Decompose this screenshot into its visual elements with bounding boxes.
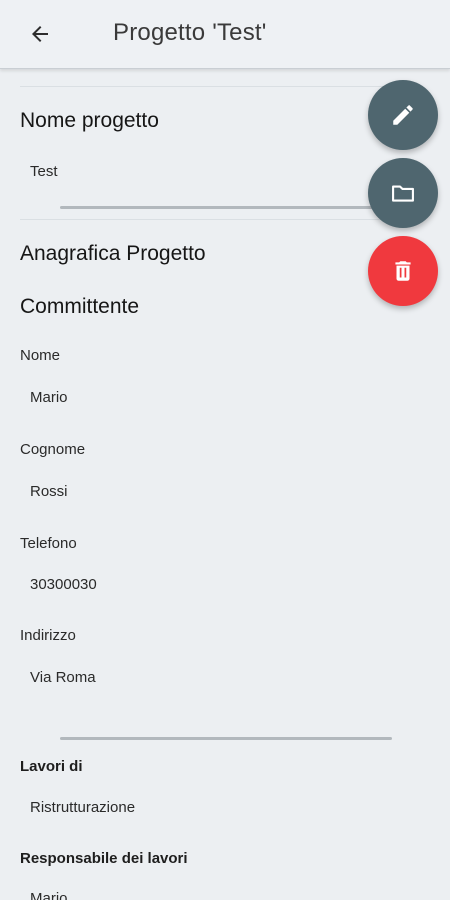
lavori-value[interactable]: Ristrutturazione bbox=[30, 799, 135, 816]
edit-button[interactable] bbox=[368, 80, 438, 150]
field-label-nome: Nome bbox=[20, 347, 61, 364]
divider bbox=[20, 86, 392, 87]
lavori-label: Lavori di bbox=[20, 758, 83, 775]
field-value-cognome[interactable]: Rossi bbox=[30, 483, 68, 500]
delete-button[interactable] bbox=[368, 236, 438, 306]
pencil-icon bbox=[393, 105, 413, 125]
open-folder-button[interactable] bbox=[368, 158, 438, 228]
folder-icon bbox=[392, 185, 414, 202]
responsabile-label: Responsabile dei lavori bbox=[20, 850, 188, 867]
field-label-indirizzo: Indirizzo bbox=[20, 627, 76, 644]
section-separator bbox=[60, 737, 392, 740]
committente-heading: Committente bbox=[20, 295, 140, 318]
field-label-cognome: Cognome bbox=[20, 441, 86, 458]
field-value-nome[interactable]: Mario bbox=[30, 389, 68, 406]
divider bbox=[20, 219, 392, 220]
anagrafica-heading: Anagrafica Progetto bbox=[20, 242, 206, 265]
project-name-value[interactable]: Test bbox=[30, 163, 58, 180]
back-button[interactable] bbox=[22, 16, 58, 52]
app-bar: Progetto 'Test' bbox=[0, 0, 450, 69]
page-title: Progetto 'Test' bbox=[113, 19, 267, 46]
field-value-telefono[interactable]: 30300030 bbox=[30, 576, 97, 593]
trash-icon bbox=[395, 261, 411, 281]
field-value-indirizzo[interactable]: Via Roma bbox=[30, 669, 96, 686]
project-name-heading: Nome progetto bbox=[20, 109, 159, 132]
responsabile-value[interactable]: Mario bbox=[30, 890, 68, 900]
field-label-telefono: Telefono bbox=[20, 535, 77, 552]
arrow-left-icon bbox=[32, 26, 48, 42]
section-separator bbox=[60, 206, 392, 209]
